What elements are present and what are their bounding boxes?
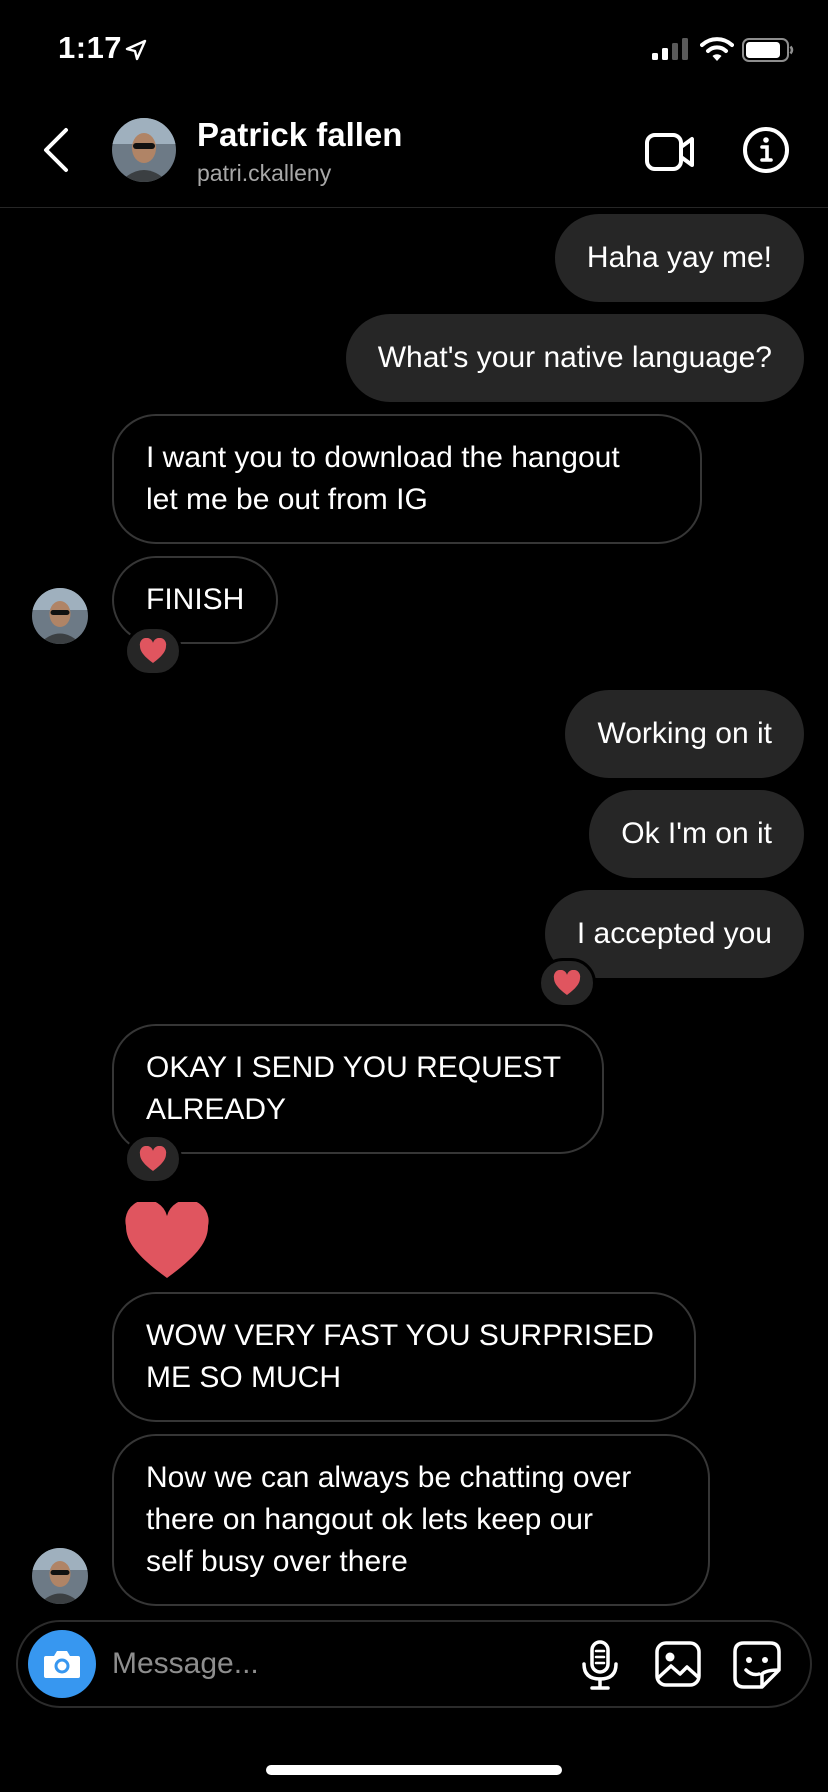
heart-icon	[139, 1146, 167, 1171]
outgoing-message[interactable]: Ok I'm on it	[589, 790, 804, 878]
incoming-message[interactable]: OKAY I SEND YOU REQUEST ALREADY	[112, 1024, 604, 1154]
location-arrow-icon	[125, 39, 147, 61]
outgoing-message[interactable]: Haha yay me!	[554, 214, 804, 302]
message-input[interactable]	[112, 1636, 492, 1692]
status-bar: 1:17	[0, 0, 828, 100]
info-icon[interactable]	[742, 126, 790, 174]
incoming-message[interactable]: Now we can always be chatting over there…	[112, 1434, 710, 1606]
incoming-message[interactable]: WOW VERY FAST YOU SURPRISED ME SO MUCH	[112, 1292, 696, 1422]
heart-reaction[interactable]	[538, 958, 596, 1008]
status-time: 1:17	[58, 30, 123, 65]
chat-header: Patrick fallen patri.ckalleny	[0, 100, 828, 208]
camera-button[interactable]	[28, 1630, 96, 1698]
contact-handle: patri.ckalleny	[197, 160, 332, 186]
incoming-message[interactable]: I want you to download the hangout let m…	[112, 414, 702, 544]
sender-avatar[interactable]	[32, 1548, 88, 1604]
heart-icon[interactable]	[124, 1202, 210, 1280]
message-composer	[16, 1620, 812, 1708]
back-arrow-icon[interactable]	[38, 124, 74, 176]
video-call-icon[interactable]	[644, 130, 696, 174]
cellular-signal-icon	[652, 38, 688, 60]
sticker-icon[interactable]	[732, 1640, 782, 1690]
heart-reaction[interactable]	[124, 1134, 182, 1184]
outgoing-message[interactable]: Working on it	[565, 690, 804, 778]
sender-avatar[interactable]	[32, 588, 88, 644]
battery-icon	[742, 38, 794, 62]
heart-reaction[interactable]	[124, 626, 182, 676]
camera-icon	[44, 1651, 80, 1678]
gallery-icon[interactable]	[654, 1640, 702, 1688]
outgoing-message[interactable]: What's your native language?	[345, 314, 804, 402]
home-indicator[interactable]	[266, 1765, 562, 1775]
heart-icon	[553, 970, 581, 995]
microphone-icon[interactable]	[580, 1640, 620, 1690]
contact-avatar[interactable]	[112, 118, 176, 182]
contact-name[interactable]: Patrick fallen	[197, 116, 402, 154]
heart-icon	[139, 638, 167, 663]
wifi-icon	[700, 37, 734, 61]
